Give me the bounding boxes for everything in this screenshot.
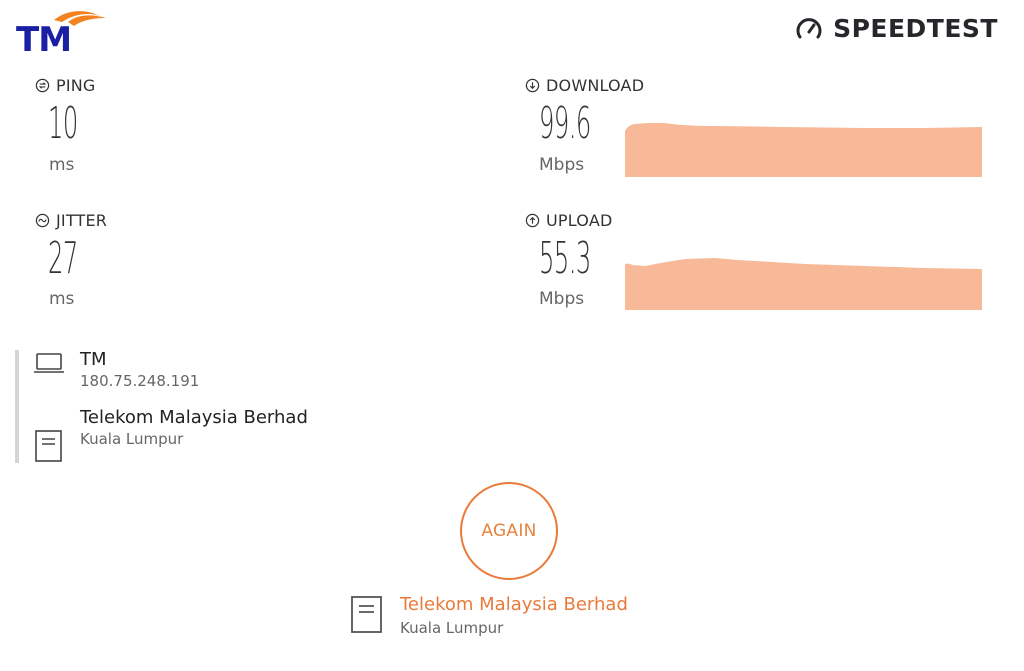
server-icon bbox=[351, 596, 382, 633]
jitter-unit: ms bbox=[49, 289, 75, 309]
info-divider bbox=[15, 350, 19, 463]
upload-arrow-icon bbox=[525, 213, 540, 228]
jitter-label-row: JITTER bbox=[35, 211, 107, 230]
jitter-label: JITTER bbox=[56, 211, 108, 230]
download-graph bbox=[625, 123, 982, 177]
laptop-icon bbox=[34, 353, 64, 373]
upload-graph bbox=[625, 258, 982, 310]
upload-label-row: UPLOAD bbox=[525, 211, 612, 230]
upload-unit: Mbps bbox=[539, 289, 585, 309]
speedtest-label: SPEEDTEST bbox=[833, 14, 998, 43]
tm-logo-text: TM bbox=[16, 20, 71, 58]
again-button-label: AGAIN bbox=[481, 521, 537, 541]
change-server-link[interactable]: Telekom Malaysia Berhad Kuala Lumpur bbox=[350, 592, 680, 637]
download-value: 99.6 bbox=[539, 98, 591, 149]
server-icon bbox=[35, 430, 62, 462]
download-label-row: DOWNLOAD bbox=[525, 76, 644, 95]
ping-value: 10 bbox=[48, 98, 78, 149]
jitter-value: 27 bbox=[48, 233, 78, 284]
download-arrow-icon bbox=[525, 78, 540, 93]
speedtest-brand: SPEEDTEST bbox=[795, 14, 998, 43]
server-location: Kuala Lumpur bbox=[80, 430, 184, 448]
speedometer-icon bbox=[796, 17, 822, 38]
again-button[interactable]: AGAIN bbox=[460, 482, 558, 580]
jitter-icon bbox=[35, 213, 50, 228]
ping-unit: ms bbox=[49, 155, 75, 175]
tm-logo: TM bbox=[16, 11, 106, 58]
ping-label: PING bbox=[56, 76, 96, 95]
selected-server-location: Kuala Lumpur bbox=[400, 619, 504, 637]
download-unit: Mbps bbox=[539, 155, 585, 175]
upload-value: 55.3 bbox=[539, 233, 591, 284]
upload-label: UPLOAD bbox=[546, 211, 613, 230]
download-label: DOWNLOAD bbox=[546, 76, 645, 95]
ping-icon bbox=[35, 78, 50, 93]
ping-label-row: PING bbox=[35, 76, 96, 95]
server-name: Telekom Malaysia Berhad bbox=[80, 407, 308, 428]
selected-server-name: Telekom Malaysia Berhad bbox=[400, 594, 628, 615]
isp-ip: 180.75.248.191 bbox=[80, 372, 200, 390]
isp-name: TM bbox=[80, 349, 107, 370]
